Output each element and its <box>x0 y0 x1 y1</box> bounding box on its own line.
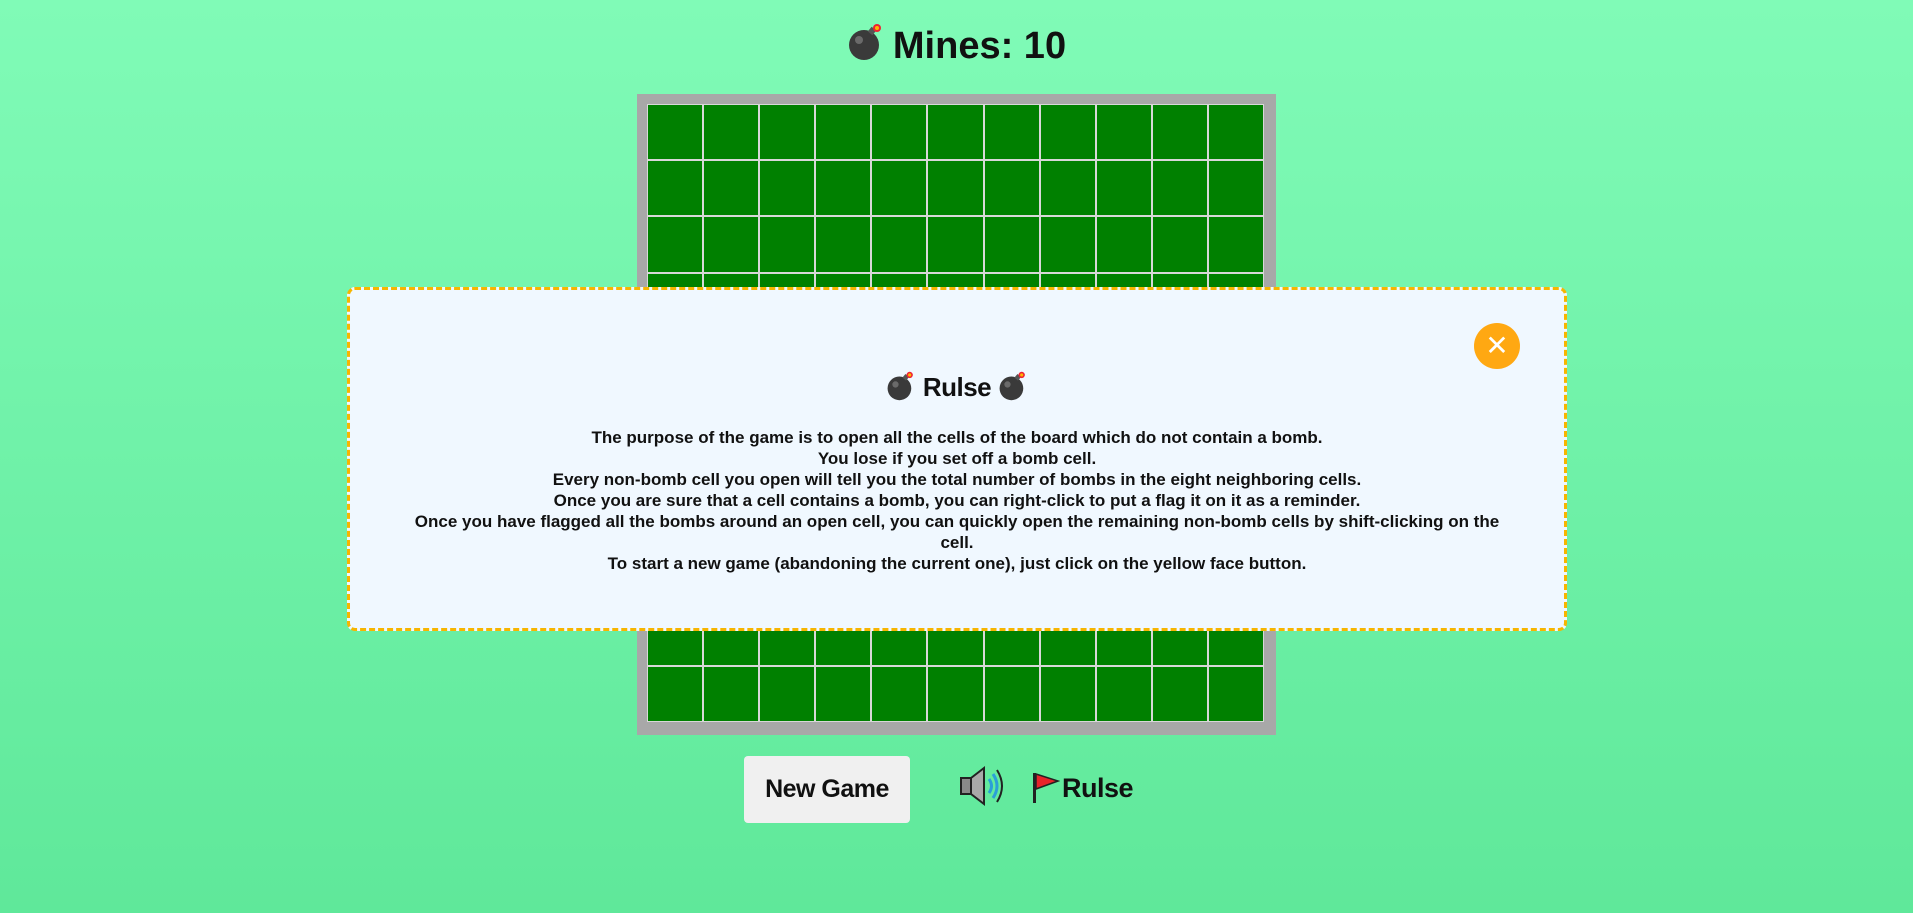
board-cell[interactable] <box>1096 217 1151 272</box>
board-cell[interactable] <box>1040 161 1095 216</box>
mines-label: Mines: 10 <box>892 25 1067 67</box>
rule-line: Once you are sure that a cell contains a… <box>553 491 1361 510</box>
board-cell[interactable] <box>1096 666 1151 721</box>
rule-line: Every non-bomb cell you open will tell y… <box>552 470 1362 489</box>
rules-dialog: ✕ Rulse The purpose of the game is to op… <box>347 287 1567 631</box>
board-cell[interactable] <box>1152 105 1207 160</box>
board-cell[interactable] <box>704 217 759 272</box>
board-cell[interactable] <box>648 161 703 216</box>
dialog-title: Rulse <box>350 370 1564 409</box>
board-cell[interactable] <box>648 217 703 272</box>
board-cell[interactable] <box>1096 105 1151 160</box>
board-cell[interactable] <box>872 666 927 721</box>
close-button[interactable]: ✕ <box>1474 323 1520 369</box>
board-cell[interactable] <box>704 666 759 721</box>
board-cell[interactable] <box>816 217 871 272</box>
board-cell[interactable] <box>1040 105 1095 160</box>
mines-counter: Mines: 10 <box>0 22 1913 72</box>
board-cell[interactable] <box>1040 666 1095 721</box>
board-cell[interactable] <box>1152 666 1207 721</box>
board-cell[interactable] <box>648 666 703 721</box>
board-cell[interactable] <box>1152 217 1207 272</box>
bomb-icon <box>847 22 885 72</box>
flag-icon <box>1030 771 1061 810</box>
board-cell[interactable] <box>872 217 927 272</box>
rule-line: You lose if you set off a bomb cell. <box>817 449 1097 468</box>
board-cell[interactable] <box>1152 161 1207 216</box>
board-cell[interactable] <box>704 105 759 160</box>
bomb-icon <box>886 370 916 409</box>
rules-label[interactable]: Rulse <box>1062 773 1134 803</box>
rules-text: The purpose of the game is to open all t… <box>400 427 1514 574</box>
rule-line: To start a new game (abandoning the curr… <box>607 554 1307 573</box>
board-cell[interactable] <box>1208 217 1263 272</box>
dialog-title-text: Rulse <box>922 372 992 402</box>
close-icon[interactable]: ✕ <box>1485 329 1508 362</box>
board-cell[interactable] <box>984 666 1039 721</box>
board-cell[interactable] <box>816 161 871 216</box>
board-cell[interactable] <box>984 161 1039 216</box>
rules-button[interactable]: Rulse <box>1030 771 1134 810</box>
board-cell[interactable] <box>760 105 815 160</box>
board-cell[interactable] <box>984 217 1039 272</box>
board-cell[interactable] <box>872 105 927 160</box>
board-cell[interactable] <box>1096 161 1151 216</box>
board-cell[interactable] <box>928 217 983 272</box>
rule-line: The purpose of the game is to open all t… <box>591 428 1323 447</box>
board-cell[interactable] <box>760 161 815 216</box>
board-cell[interactable] <box>984 105 1039 160</box>
new-game-button[interactable]: New Game <box>744 756 910 823</box>
board-cell[interactable] <box>1208 666 1263 721</box>
board-cell[interactable] <box>760 666 815 721</box>
rule-line: Once you have flagged all the bombs arou… <box>414 512 1500 552</box>
board-cell[interactable] <box>1208 105 1263 160</box>
board-cell[interactable] <box>1208 161 1263 216</box>
board-cell[interactable] <box>928 161 983 216</box>
board-cell[interactable] <box>928 105 983 160</box>
board-cell[interactable] <box>816 666 871 721</box>
board-cell[interactable] <box>704 161 759 216</box>
board-cell[interactable] <box>648 105 703 160</box>
board-cell[interactable] <box>928 666 983 721</box>
board-cell[interactable] <box>872 161 927 216</box>
board-cell[interactable] <box>1040 217 1095 272</box>
bomb-icon <box>998 370 1028 409</box>
board-cell[interactable] <box>816 105 871 160</box>
board-cell[interactable] <box>760 217 815 272</box>
speaker-icon[interactable] <box>958 763 1006 809</box>
